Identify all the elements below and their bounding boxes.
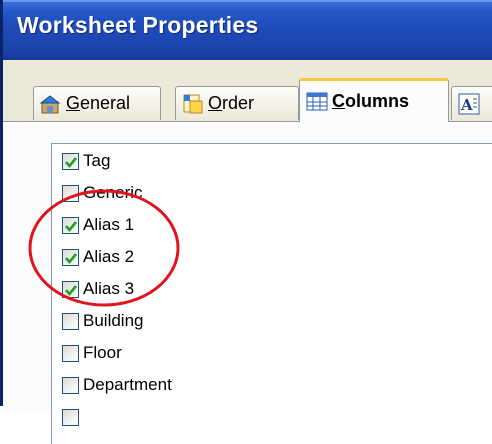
checkbox-checked[interactable] <box>62 152 79 170</box>
column-item-partial[interactable] <box>62 406 83 428</box>
tab-strip: General Order Columns A <box>3 78 492 124</box>
tab-order-label: Order <box>208 93 255 113</box>
tab-columns[interactable]: Columns <box>299 78 449 122</box>
checkbox-unchecked[interactable] <box>62 376 79 394</box>
columns-icon <box>306 92 328 110</box>
font-icon: A <box>458 93 480 114</box>
tab-order[interactable]: Order <box>175 86 299 120</box>
tab-general-label: General <box>66 93 131 113</box>
title-bar[interactable]: Worksheet Properties <box>3 0 492 60</box>
column-label: Floor <box>83 343 122 362</box>
column-label: Department <box>83 375 172 394</box>
column-label: Tag <box>83 151 111 170</box>
order-icon <box>183 94 203 113</box>
window-title: Worksheet Properties <box>17 12 259 38</box>
svg-text:A: A <box>460 96 473 114</box>
column-item-floor[interactable]: Floor <box>62 342 122 364</box>
worksheet-properties-dialog: Worksheet Properties General Order Colum… <box>0 0 492 444</box>
general-icon <box>40 94 61 113</box>
checkbox-unchecked[interactable] <box>62 408 79 426</box>
tab-columns-label: Columns <box>332 91 410 111</box>
checkbox-unchecked[interactable] <box>62 344 79 362</box>
highlight-ellipse <box>28 189 180 307</box>
tab-font[interactable]: A <box>451 86 492 120</box>
column-item-department[interactable]: Department <box>62 374 172 396</box>
tab-general[interactable]: General <box>33 86 161 120</box>
column-item-tag[interactable]: Tag <box>62 150 110 172</box>
